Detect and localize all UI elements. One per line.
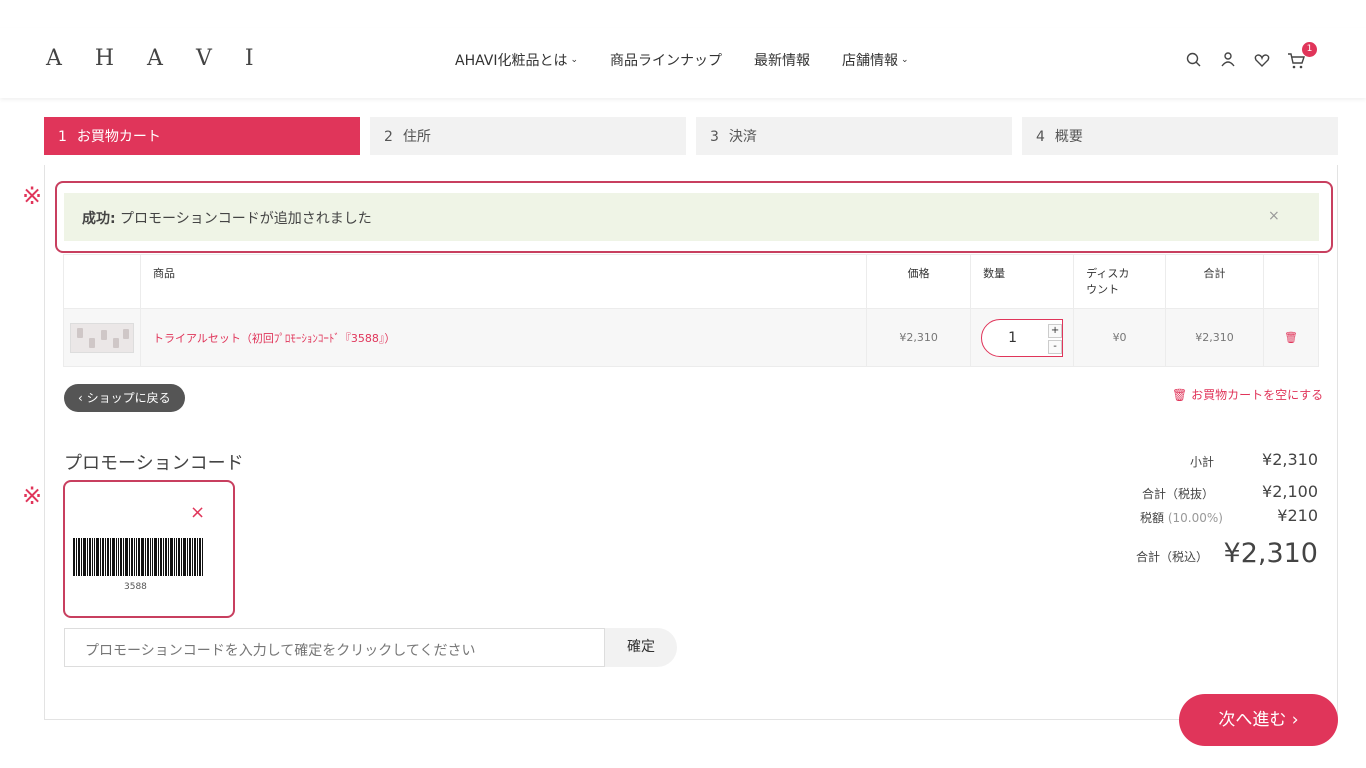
coupon-code-number: 3588 <box>124 582 147 592</box>
col-remove <box>1262 254 1320 309</box>
chevron-down-icon: ⌄ <box>901 55 909 65</box>
tax-label: 税額 (10.00%) <box>1140 511 1223 525</box>
total-incl-tax-label: 合計（税込） <box>1136 550 1209 564</box>
annotation-mark: ※ <box>22 182 43 210</box>
back-to-shop-button[interactable]: ‹ ショップに戻る <box>64 384 185 412</box>
nav-item-stores[interactable]: 店舗情報 ⌄ <box>842 50 909 70</box>
product-name-link[interactable]: トライアルセット（初回ﾌﾟﾛﾓｰｼｮﾝｺｰﾄﾞ『3588』） <box>153 332 395 345</box>
col-discount: ディスカウント <box>1073 254 1167 309</box>
remove-coupon-button[interactable]: × <box>190 502 205 523</box>
barcode-image <box>73 538 203 576</box>
product-total: ¥2,310 <box>1165 308 1264 367</box>
cart-table: 商品 価格 数量 ディスカウント 合計 トライアルセット（初回ﾌﾟﾛﾓｰｼｮﾝｺ… <box>63 254 1320 367</box>
trash-icon: 🗑 <box>1172 388 1192 402</box>
search-icon[interactable] <box>1180 46 1214 74</box>
tax-value: ¥210 <box>1277 506 1318 525</box>
checkout-steps: 1 お買物カート 2 住所 3 決済 4 概要 <box>44 117 1338 155</box>
main-nav: AHAVI化粧品とは ⌄ 商品ラインナップ 最新情報 店舗情報 ⌄ <box>455 50 941 70</box>
quantity-decrease-button[interactable]: - <box>1048 339 1063 354</box>
product-discount: ¥0 <box>1073 308 1167 367</box>
cart-icon[interactable]: 1 <box>1282 42 1317 74</box>
cart-count-badge: 1 <box>1302 42 1317 57</box>
header-icons: 1 <box>1180 42 1317 74</box>
alert-close-button[interactable]: × <box>1268 208 1280 224</box>
total-excl-tax-label: 合計（税抜） <box>1142 487 1215 501</box>
table-header-row: 商品 価格 数量 ディスカウント 合計 <box>63 254 1320 309</box>
col-product: 商品 <box>139 254 868 309</box>
annotation-mark: ※ <box>22 482 43 510</box>
nav-item-products[interactable]: 商品ラインナップ <box>610 50 722 70</box>
quantity-stepper[interactable]: 1 + - <box>981 318 1064 357</box>
total-incl-tax-value: ¥2,310 <box>1223 538 1318 569</box>
step-payment[interactable]: 3 決済 <box>696 117 1012 155</box>
product-price: ¥2,310 <box>866 308 972 367</box>
table-row: トライアルセット（初回ﾌﾟﾛﾓｰｼｮﾝｺｰﾄﾞ『3588』） ¥2,310 1 … <box>63 308 1320 367</box>
quantity-increase-button[interactable]: + <box>1048 323 1063 338</box>
site-logo[interactable]: A H A V I <box>46 46 267 71</box>
success-alert: 成功: プロモーションコードが追加されました <box>64 193 1319 241</box>
chevron-down-icon: ⌄ <box>570 55 579 65</box>
nav-item-news[interactable]: 最新情報 <box>754 50 810 70</box>
step-cart[interactable]: 1 お買物カート <box>44 117 360 155</box>
col-quantity: 数量 <box>970 254 1075 309</box>
promo-title: プロモーションコード <box>64 453 244 474</box>
confirm-promo-button[interactable]: 確定 <box>605 628 677 667</box>
site-header: A H A V I AHAVI化粧品とは ⌄ 商品ラインナップ 最新情報 店舗情報… <box>0 28 1366 98</box>
nav-item-about[interactable]: AHAVI化粧品とは ⌄ <box>455 50 578 70</box>
col-total: 合計 <box>1165 254 1264 309</box>
user-icon[interactable] <box>1214 46 1248 74</box>
total-excl-tax-value: ¥2,100 <box>1262 482 1318 501</box>
trash-icon[interactable]: 🗑 <box>1284 331 1298 344</box>
quantity-value[interactable]: 1 <box>1008 330 1017 346</box>
product-thumbnail[interactable] <box>70 322 134 353</box>
next-step-button[interactable]: 次へ進む › <box>1179 694 1338 746</box>
step-address[interactable]: 2 住所 <box>370 117 686 155</box>
subtotal-value: ¥2,310 <box>1262 450 1318 469</box>
empty-cart-link[interactable]: 🗑 お買物カートを空にする <box>1172 386 1323 403</box>
col-price: 価格 <box>866 254 972 309</box>
col-image <box>63 254 141 309</box>
promo-code-input[interactable]: プロモーションコードを入力して確定をクリックしてください <box>64 628 605 667</box>
heart-icon[interactable] <box>1248 46 1282 74</box>
step-summary[interactable]: 4 概要 <box>1022 117 1338 155</box>
subtotal-label: 小計 <box>1190 455 1215 469</box>
